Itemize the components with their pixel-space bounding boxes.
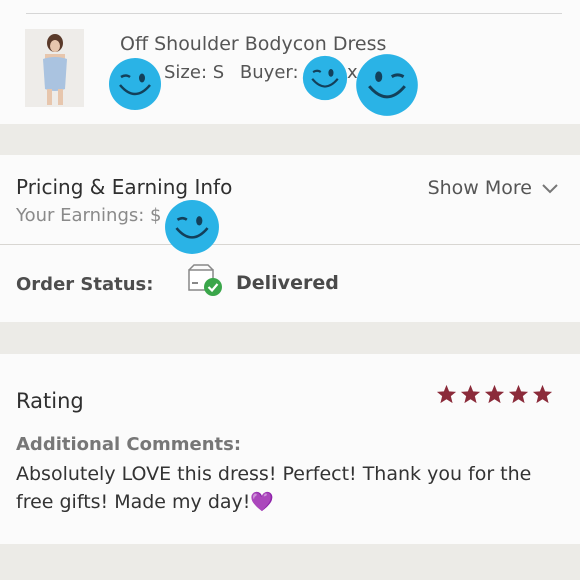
- product-size: Size: S: [164, 62, 225, 83]
- earnings-label: Your Earnings: $: [16, 205, 162, 226]
- buyer-label: Buyer:: [239, 62, 299, 83]
- additional-comments-label: Additional Comments:: [16, 434, 242, 455]
- divider: [26, 13, 562, 14]
- star-icon: [436, 384, 457, 404]
- package-delivered-icon: [186, 264, 226, 302]
- show-more-label: Show More: [427, 177, 532, 199]
- pricing-title: Pricing & Earning Info: [16, 175, 233, 199]
- chevron-down-icon: [542, 177, 558, 199]
- show-more-button[interactable]: Show More: [428, 177, 558, 199]
- winking-smiley-icon: [165, 200, 219, 254]
- star-icon: [484, 384, 505, 404]
- order-status-card: Order Status: Delivered: [0, 245, 580, 322]
- product-thumbnail[interactable]: [25, 29, 84, 107]
- star-rating: [436, 384, 553, 404]
- star-icon: [460, 384, 481, 404]
- pricing-card: Pricing & Earning Info Your Earnings: $ …: [0, 155, 580, 244]
- rating-card: Rating Additional Comments: Absolutely L…: [0, 354, 580, 544]
- winking-smiley-icon: [356, 54, 418, 116]
- rating-title: Rating: [16, 389, 84, 413]
- order-status-label: Order Status:: [16, 274, 154, 295]
- star-icon: [532, 384, 553, 404]
- winking-smiley-icon: [109, 58, 161, 110]
- order-status-value: Delivered: [236, 272, 339, 294]
- winking-smiley-icon: [302, 55, 348, 101]
- additional-comments-text: Absolutely LOVE this dress! Perfect! Tha…: [16, 463, 532, 513]
- product-meta: Size: S Buyer: x: [164, 62, 358, 83]
- product-card[interactable]: Off Shoulder Bodycon Dress Size: S Buyer…: [0, 0, 580, 124]
- star-icon: [508, 384, 529, 404]
- product-title[interactable]: Off Shoulder Bodycon Dress: [120, 33, 386, 55]
